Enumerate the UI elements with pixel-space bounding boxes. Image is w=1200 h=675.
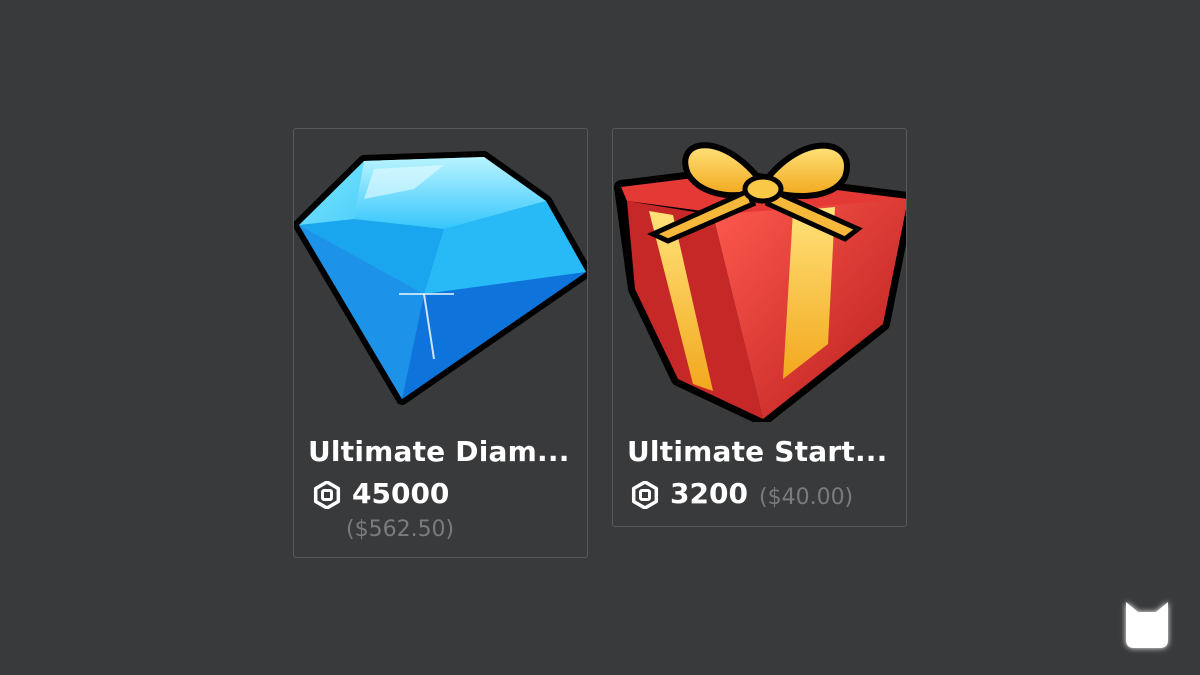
robux-icon xyxy=(313,480,341,510)
diamond-icon[interactable] xyxy=(293,129,592,422)
product-title[interactable]: Ultimate Diam... xyxy=(308,435,574,468)
usd-price: ($562.50) xyxy=(346,517,455,542)
product-title[interactable]: Ultimate Start... xyxy=(627,435,893,468)
robux-icon xyxy=(631,480,659,510)
gift-box-icon[interactable] xyxy=(613,129,915,426)
usd-price: ($40.00) xyxy=(759,485,854,510)
robux-price: 45000 xyxy=(352,477,450,510)
robux-price: 3200 xyxy=(670,477,748,510)
product-card-ultimate-starter[interactable]: Ultimate Start... 3200 ($40.00) xyxy=(612,128,915,527)
product-card-ultimate-diamonds[interactable]: Ultimate Diam... 45000 ($562.50) xyxy=(293,128,592,558)
cat-logo-icon xyxy=(1114,590,1180,656)
